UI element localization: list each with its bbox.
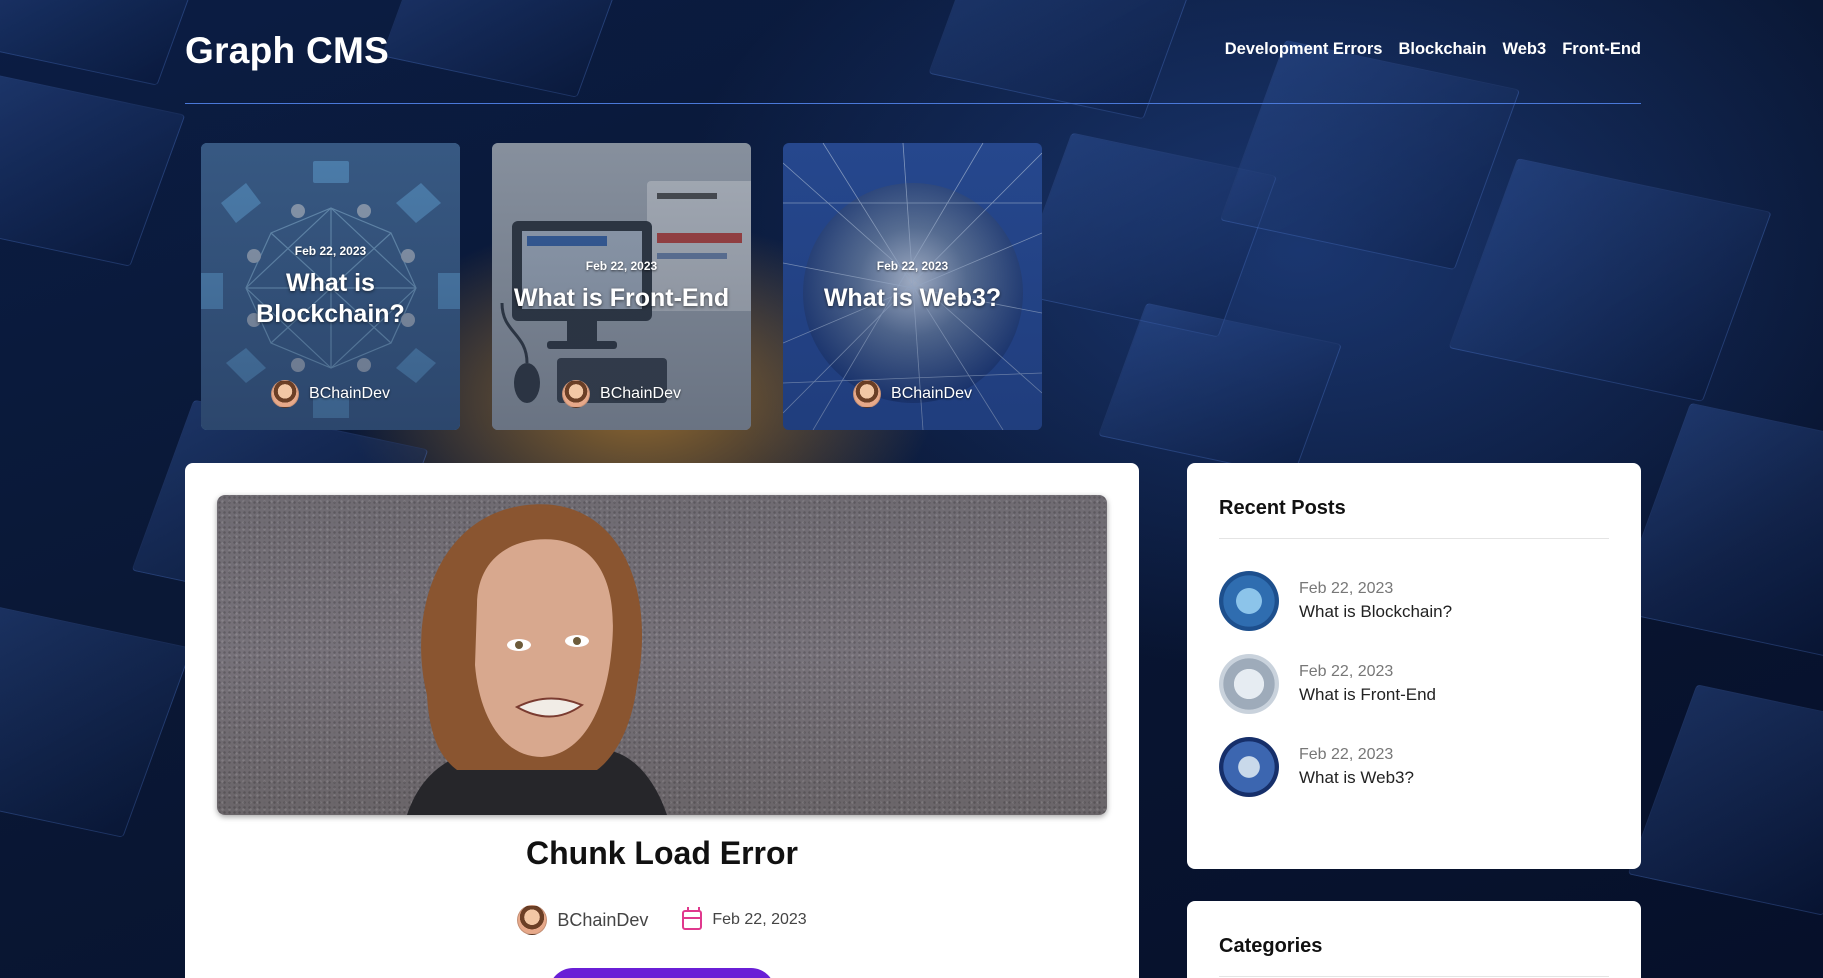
featured-title: What is Front-End [513,284,730,312]
featured-card-front-end[interactable]: Feb 22, 2023 What is Front-End BChainDev [492,143,751,430]
nav-link-development-errors[interactable]: Development Errors [1225,40,1383,59]
post-card: Chunk Load Error BChainDev Feb 22, 2023 [185,463,1139,978]
main-nav: Development Errors Blockchain Web3 Front… [1225,40,1641,59]
recent-post-item[interactable]: Feb 22, 2023 What is Front-End [1219,654,1452,714]
post-meta: BChainDev Feb 22, 2023 [185,905,1139,935]
author-name: BChainDev [600,385,681,402]
featured-card-web3[interactable]: Feb 22, 2023 What is Web3? BChainDev [783,143,1042,430]
nav-link-front-end[interactable]: Front-End [1562,40,1641,59]
nav-link-blockchain[interactable]: Blockchain [1398,40,1486,59]
recent-posts-list: Feb 22, 2023 What is Blockchain? Feb 22,… [1219,571,1452,820]
author-avatar [853,380,882,408]
nav-link-web3[interactable]: Web3 [1502,40,1546,59]
author-name: BChainDev [891,385,972,402]
frustrated-woman-image [407,504,667,815]
post-featured-image [217,495,1107,815]
recent-post-item[interactable]: Feb 22, 2023 What is Web3? [1219,737,1452,797]
featured-date: Feb 22, 2023 [294,243,367,258]
post-author: BChainDev [517,905,648,935]
author-avatar [562,380,591,408]
site-header: Graph CMS Development Errors Blockchain … [185,0,1641,104]
site-logo[interactable]: Graph CMS [185,30,389,72]
author-avatar [271,380,300,408]
post-date: Feb 22, 2023 [682,907,807,930]
post-title[interactable]: Chunk Load Error [185,835,1139,872]
featured-title: What is Blockchain? [256,268,405,328]
featured-card-blockchain[interactable]: Feb 22, 2023 What is Blockchain? BChainD… [201,143,460,430]
recent-post-title[interactable]: What is Front-End [1299,685,1436,705]
divider [1219,976,1609,977]
featured-date: Feb 22, 2023 [585,259,658,273]
featured-posts: Feb 22, 2023 What is Blockchain? BChainD… [201,143,1042,430]
categories-widget: Categories [1187,901,1641,978]
author-name: BChainDev [309,385,390,402]
recent-posts-widget: Recent Posts Feb 22, 2023 What is Blockc… [1187,463,1641,869]
featured-author: BChainDev [492,380,751,408]
author-avatar [517,905,548,935]
featured-date: Feb 22, 2023 [876,259,949,273]
featured-title: What is Web3? [823,284,1002,312]
recent-post-date: Feb 22, 2023 [1299,663,1394,680]
continue-reading-button[interactable] [549,968,775,978]
categories-heading: Categories [1219,935,1323,957]
author-name: BChainDev [557,909,649,930]
front-end-thumbnail [1219,654,1279,714]
recent-post-title[interactable]: What is Blockchain? [1299,602,1452,622]
web3-thumbnail [1219,737,1279,797]
divider [1219,538,1609,539]
featured-author: BChainDev [201,380,460,408]
featured-author: BChainDev [783,380,1042,408]
recent-post-date: Feb 22, 2023 [1299,580,1394,597]
recent-posts-heading: Recent Posts [1219,497,1346,519]
recent-post-date: Feb 22, 2023 [1299,746,1394,763]
calendar-icon [682,907,703,930]
post-date-text: Feb 22, 2023 [712,911,807,928]
blockchain-thumbnail [1219,571,1279,631]
recent-post-item[interactable]: Feb 22, 2023 What is Blockchain? [1219,571,1452,631]
recent-post-title[interactable]: What is Web3? [1299,768,1414,788]
